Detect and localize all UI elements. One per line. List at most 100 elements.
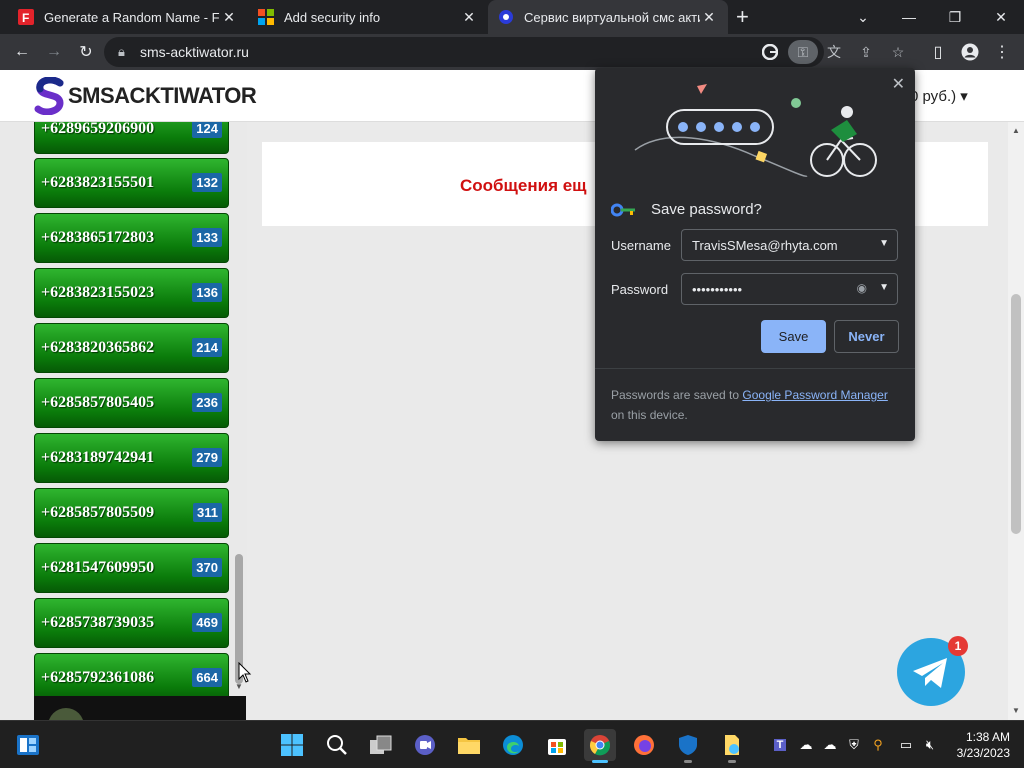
count-badge: 236 bbox=[192, 393, 222, 412]
phone-number: +6283820365862 bbox=[41, 339, 155, 356]
profile-icon[interactable] bbox=[958, 40, 982, 64]
share-icon[interactable]: ⇪ bbox=[854, 40, 878, 64]
store-icon[interactable] bbox=[541, 729, 573, 761]
side-panel-icon[interactable]: ▯ bbox=[926, 40, 950, 64]
never-button[interactable]: Never bbox=[834, 320, 899, 353]
messages-status: Сообщения ещ bbox=[460, 176, 587, 195]
date: 3/23/2023 bbox=[956, 746, 1010, 760]
tab-title: Generate a Random Name - Fake bbox=[44, 9, 220, 25]
search-tray-icon[interactable]: ⚲ bbox=[868, 735, 888, 755]
password-manager-link[interactable]: Google Password Manager bbox=[742, 388, 887, 402]
tab-title: Add security info bbox=[284, 9, 381, 25]
phone-number: +6289659206900 bbox=[41, 122, 155, 137]
number-button[interactable]: +6285857805509 311 bbox=[34, 488, 229, 538]
close-icon[interactable]: ✕ bbox=[220, 9, 238, 26]
number-button[interactable]: +6289659206900 124 bbox=[34, 122, 229, 154]
search-icon[interactable] bbox=[321, 729, 353, 761]
chrome-icon[interactable] bbox=[584, 729, 616, 763]
scroll-up-icon[interactable]: ▲ bbox=[1012, 126, 1020, 135]
sidebar-scrollbar[interactable]: ▼ bbox=[233, 122, 245, 700]
running-indicator bbox=[684, 760, 692, 763]
count-badge: 469 bbox=[192, 613, 222, 632]
google-icon[interactable] bbox=[758, 40, 782, 64]
firefox-icon[interactable] bbox=[628, 729, 660, 761]
key-icon[interactable]: ⚿ bbox=[788, 40, 818, 64]
svg-text:F: F bbox=[22, 11, 29, 25]
clock[interactable]: 1:38 AM 3/23/2023 bbox=[950, 729, 1010, 761]
lock-icon[interactable]: 🔒︎ bbox=[118, 44, 125, 60]
edge-icon[interactable] bbox=[497, 729, 529, 761]
number-button[interactable]: +6283865172803 133 bbox=[34, 213, 229, 263]
restore-icon[interactable]: ❐ bbox=[932, 0, 978, 34]
site-logo[interactable]: SMSACKTIWATOR bbox=[34, 76, 257, 116]
volume-muted-icon[interactable]: 🔇︎ bbox=[920, 735, 940, 755]
divider bbox=[595, 368, 915, 369]
count-badge: 311 bbox=[193, 503, 222, 522]
close-icon[interactable]: ✕ bbox=[700, 9, 718, 26]
menu-icon[interactable]: ⋮ bbox=[990, 40, 1014, 64]
page-scroll-thumb[interactable] bbox=[1011, 294, 1021, 534]
phone-number: +6283865172803 bbox=[41, 229, 155, 246]
fakename-icon: F bbox=[18, 9, 34, 25]
eye-icon[interactable]: ◉ bbox=[857, 281, 867, 295]
caret-down-icon[interactable]: ▼ bbox=[879, 238, 889, 249]
phone-number: +6285738739035 bbox=[41, 614, 155, 631]
bookmark-star-icon[interactable]: ☆ bbox=[886, 40, 910, 64]
phone-number: +6283189742941 bbox=[41, 449, 155, 466]
start-icon[interactable] bbox=[276, 729, 308, 761]
phone-number: +6285857805405 bbox=[41, 394, 155, 411]
files-app-icon[interactable] bbox=[716, 729, 748, 763]
tab-security-info[interactable]: Add security info ✕ bbox=[248, 0, 488, 34]
cloud-sync-icon[interactable]: ☁︎ bbox=[796, 735, 816, 755]
logo-s-icon bbox=[34, 77, 64, 115]
count-badge: 279 bbox=[192, 448, 222, 467]
defender-icon[interactable] bbox=[672, 729, 704, 763]
network-icon[interactable]: ▭ bbox=[896, 735, 916, 755]
balance-dropdown[interactable]: 0 руб.) ▾ bbox=[910, 87, 968, 105]
caret-down-icon[interactable]: ▼ bbox=[879, 282, 889, 293]
minimize-icon[interactable]: — bbox=[886, 0, 932, 34]
close-icon[interactable]: ✕ bbox=[892, 74, 905, 94]
teams-tray-icon[interactable]: T bbox=[770, 735, 790, 755]
number-button[interactable]: +6285738739035 469 bbox=[34, 598, 229, 648]
phone-number: +6283823155023 bbox=[41, 284, 155, 301]
reload-icon[interactable]: ↻ bbox=[74, 40, 98, 64]
number-button[interactable]: +6283823155023 136 bbox=[34, 268, 229, 318]
page-scrollbar[interactable]: ▲ ▼ bbox=[1008, 122, 1024, 720]
onedrive-icon[interactable]: ☁︎ bbox=[820, 735, 840, 755]
phone-number: +6283823155501 bbox=[41, 174, 155, 191]
close-icon[interactable]: ✕ bbox=[460, 9, 478, 26]
footer-prefix: Passwords are saved to bbox=[611, 388, 743, 402]
number-button[interactable]: +6283823155501 132 bbox=[34, 158, 229, 208]
username-label: Username bbox=[611, 238, 671, 253]
username-field[interactable]: TravisSMesa@rhyta.com ▼ bbox=[681, 229, 898, 261]
scroll-down-icon[interactable]: ▼ bbox=[1012, 706, 1020, 715]
chat-icon[interactable] bbox=[409, 729, 441, 761]
back-icon[interactable]: ← bbox=[10, 40, 34, 64]
tab-title: Сервис виртуальной смс актива bbox=[524, 9, 700, 25]
phone-number: +6285857805509 bbox=[41, 504, 155, 521]
close-window-icon[interactable]: ✕ bbox=[978, 0, 1024, 34]
number-button[interactable]: +6281547609950 370 bbox=[34, 543, 229, 593]
save-button[interactable]: Save bbox=[761, 320, 826, 353]
new-tab-icon[interactable]: + bbox=[736, 4, 749, 30]
count-badge: 132 bbox=[192, 173, 222, 192]
translate-icon[interactable]: 文 bbox=[822, 40, 846, 64]
password-field[interactable]: ••••••••••• ◉ ▼ bbox=[681, 273, 898, 305]
phone-number: +6285792361086 bbox=[41, 669, 155, 686]
number-list: +6289659206900 124 +6283823155501 132 +628… bbox=[0, 122, 247, 720]
address-bar[interactable]: 🔒︎ sms-acktiwator.ru ⚿ 文 ⇪ ☆ bbox=[104, 37, 904, 67]
widgets-icon[interactable] bbox=[12, 729, 44, 761]
mouse-cursor-icon bbox=[238, 662, 252, 683]
chevron-down-icon[interactable]: ⌄ bbox=[840, 0, 886, 34]
security-tray-icon[interactable]: ⛨ bbox=[844, 735, 864, 755]
file-explorer-icon[interactable] bbox=[453, 729, 485, 761]
number-button[interactable]: +6283189742941 279 bbox=[34, 433, 229, 483]
count-badge: 136 bbox=[192, 283, 222, 302]
forward-icon[interactable]: → bbox=[42, 40, 66, 64]
tab-fake-name[interactable]: F Generate a Random Name - Fake ✕ bbox=[8, 0, 248, 34]
tab-sms-service[interactable]: Сервис виртуальной смс актива ✕ bbox=[488, 0, 728, 34]
number-button[interactable]: +6283820365862 214 bbox=[34, 323, 229, 373]
task-view-icon[interactable] bbox=[365, 729, 397, 761]
number-button[interactable]: +6285857805405 236 bbox=[34, 378, 229, 428]
